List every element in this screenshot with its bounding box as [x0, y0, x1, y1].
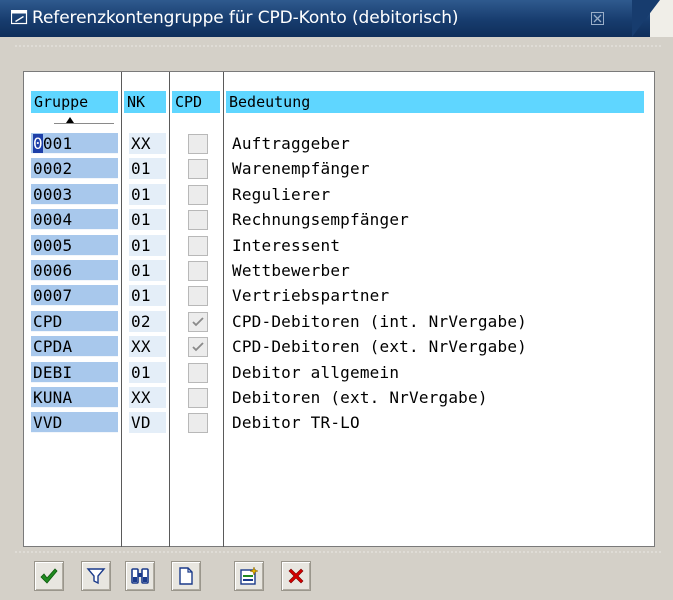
checkmark-icon — [40, 568, 58, 584]
table-control: Gruppe NK CPD Bedeutung 0001 XX Auftraggeb… — [23, 71, 656, 548]
cell-nk: 01 — [129, 234, 166, 256]
cancel-button[interactable] — [281, 561, 311, 591]
cell-bedeutung: Vertriebspartner — [230, 285, 644, 307]
table-row[interactable]: 0005 01 Interessent — [24, 233, 656, 258]
table-row[interactable]: 0004 01 Rechnungsempfänger — [24, 207, 656, 232]
cpd-checkbox[interactable] — [188, 388, 208, 408]
cpd-checkbox[interactable] — [188, 261, 208, 281]
find-button[interactable] — [125, 561, 155, 591]
close-icon[interactable] — [591, 12, 604, 25]
cpd-checkbox[interactable] — [188, 210, 208, 231]
cell-nk: 01 — [129, 183, 166, 205]
cpd-checkbox[interactable] — [188, 362, 208, 383]
cell-gruppe[interactable]: 0001 — [31, 133, 118, 154]
cell-bedeutung: Auftraggeber — [230, 133, 644, 154]
cell-nk: XX — [129, 387, 166, 408]
cell-bedeutung: Wettbewerber — [230, 260, 644, 281]
table-row[interactable]: 0006 01 Wettbewerber — [24, 258, 656, 283]
sort-indicator-line — [54, 123, 114, 124]
cell-nk: XX — [129, 133, 166, 154]
cpd-checkbox[interactable] — [188, 311, 208, 332]
column-header-bedeutung[interactable]: Bedeutung — [226, 91, 644, 113]
cell-nk: 01 — [129, 285, 166, 307]
enter-button[interactable] — [34, 561, 64, 591]
cell-nk: 01 — [129, 209, 166, 231]
table-row[interactable]: DEBI 01 Debitor allgemein — [24, 360, 656, 385]
table-row[interactable]: CPDA XX CPD-Debitoren (ext. NrVergabe) — [24, 334, 656, 359]
filter-icon — [86, 568, 106, 585]
window-title: Referenzkontengruppe für CPD-Konto (debi… — [32, 8, 459, 28]
cell-gruppe[interactable]: 0004 — [31, 209, 118, 231]
separator-dots — [14, 45, 662, 47]
checkmark-icon — [192, 317, 204, 327]
cell-gruppe[interactable]: KUNA — [31, 387, 118, 408]
cell-nk: 01 — [129, 158, 166, 180]
cell-bedeutung: CPD-Debitoren (int. NrVergabe) — [230, 310, 644, 332]
dialog-body: Gruppe NK CPD Bedeutung 0001 XX Auftraggeb… — [0, 37, 673, 548]
cell-bedeutung: CPD-Debitoren (ext. NrVergabe) — [230, 336, 644, 358]
cell-nk: 01 — [129, 260, 166, 281]
cell-nk: 01 — [129, 361, 166, 383]
cell-gruppe[interactable]: DEBI — [31, 361, 118, 383]
filter-button[interactable] — [81, 561, 111, 591]
cell-bedeutung: Interessent — [230, 234, 644, 256]
table-row[interactable]: 0003 01 Regulierer — [24, 182, 656, 207]
cell-gruppe[interactable]: 0006 — [31, 260, 118, 281]
cpd-checkbox[interactable] — [188, 413, 208, 434]
cpd-checkbox[interactable] — [188, 134, 208, 154]
application-toolbar — [0, 547, 673, 600]
cell-bedeutung: Warenempfänger — [230, 158, 644, 180]
cell-nk: 02 — [129, 310, 166, 332]
cell-gruppe[interactable]: 0007 — [31, 285, 118, 307]
cpd-checkbox[interactable] — [188, 184, 208, 205]
cell-nk: VD — [129, 412, 166, 434]
cell-gruppe[interactable]: 0003 — [31, 183, 118, 205]
cell-bedeutung: Rechnungsempfänger — [230, 209, 644, 231]
text-cursor: 0 — [33, 134, 43, 153]
cell-bedeutung: Debitor TR-LO — [230, 412, 644, 434]
new-document-icon — [179, 567, 193, 585]
new-entry-icon — [240, 566, 259, 585]
table-row[interactable]: 0007 01 Vertriebspartner — [24, 283, 656, 308]
cell-gruppe[interactable]: CPD — [31, 310, 118, 332]
separator-dots — [14, 551, 662, 553]
table-row[interactable]: 0001 XX Auftraggeber — [24, 131, 656, 156]
title-bar: Referenzkontengruppe für CPD-Konto (debi… — [0, 0, 673, 37]
cell-bedeutung: Debitoren (ext. NrVergabe) — [230, 387, 644, 408]
cell-bedeutung: Debitor allgemein — [230, 361, 644, 383]
cpd-checkbox[interactable] — [188, 235, 208, 256]
cpd-checkbox[interactable] — [188, 159, 208, 180]
cpd-checkbox[interactable] — [188, 337, 208, 358]
cell-nk: XX — [129, 336, 166, 358]
cell-gruppe[interactable]: VVD — [31, 412, 118, 434]
checkmark-icon — [192, 342, 204, 352]
cpd-checkbox[interactable] — [188, 286, 208, 307]
window-icon — [11, 10, 28, 25]
cell-gruppe[interactable]: 0002 — [31, 158, 118, 180]
title-bar-slant — [632, 0, 660, 37]
column-header-cpd[interactable]: CPD — [172, 91, 220, 113]
column-header-nk[interactable]: NK — [124, 91, 166, 113]
table-row[interactable]: KUNA XX Debitoren (ext. NrVergabe) — [24, 385, 656, 410]
table-row[interactable]: VVD VD Debitor TR-LO — [24, 410, 656, 435]
column-header-gruppe[interactable]: Gruppe — [31, 91, 118, 113]
binoculars-icon — [131, 568, 149, 584]
cancel-x-icon — [288, 568, 304, 584]
table-row[interactable]: 0002 01 Warenempfänger — [24, 156, 656, 181]
cell-gruppe[interactable]: CPDA — [31, 336, 118, 358]
cell-gruppe[interactable]: 0005 — [31, 234, 118, 256]
table-row[interactable]: CPD 02 CPD-Debitoren (int. NrVergabe) — [24, 309, 656, 334]
new-button[interactable] — [171, 561, 201, 591]
create-entry-button[interactable] — [234, 561, 264, 591]
cell-bedeutung: Regulierer — [230, 183, 644, 205]
